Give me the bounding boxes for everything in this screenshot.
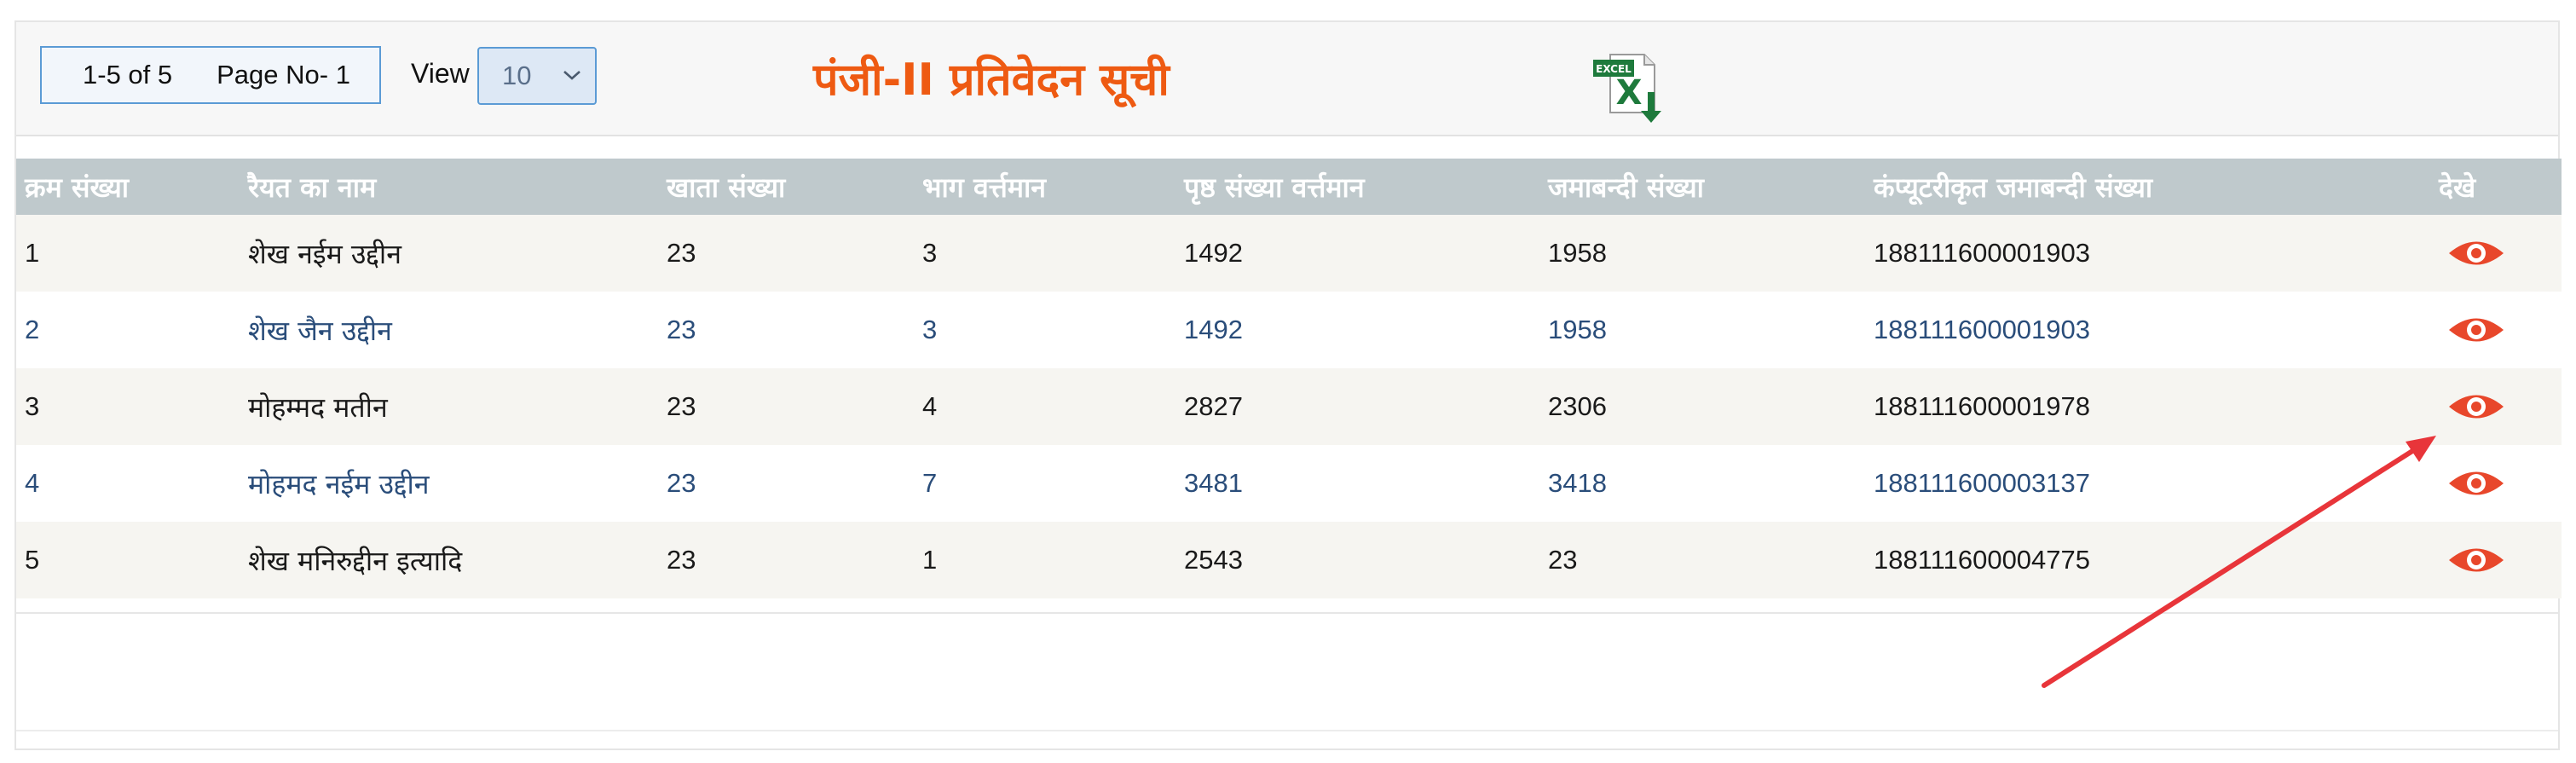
cell-computerized: 188111600001903 xyxy=(1874,238,2091,268)
toolbar: 1-5 of 5 Page No- 1 View 10 पंजी-II प्रत… xyxy=(16,22,2558,136)
cell-computerized: 188111600003137 xyxy=(1874,468,2091,498)
table-row: 1 शेख नईम उद्दीन 23 3 1492 1958 18811160… xyxy=(16,215,2562,292)
cell-view xyxy=(2430,522,2562,598)
cell-view xyxy=(2430,215,2562,292)
cell-bhag: 4 xyxy=(922,391,938,421)
cell-bhag: 3 xyxy=(922,315,938,344)
cell-prishth: 1492 xyxy=(1184,238,1243,268)
eye-icon[interactable] xyxy=(2447,389,2505,425)
pager-range: 1-5 of 5 xyxy=(83,60,173,90)
col-header-khata: खाता संख्या xyxy=(667,171,786,204)
eye-icon[interactable] xyxy=(2447,542,2505,578)
cell-view xyxy=(2430,368,2562,445)
cell-khata: 23 xyxy=(667,391,696,421)
cell-computerized: 188111600004775 xyxy=(1874,545,2091,575)
cell-jamabandi: 3418 xyxy=(1548,468,1607,498)
cell-bhag: 1 xyxy=(922,545,938,575)
table-divider xyxy=(16,612,2558,614)
cell-khata: 23 xyxy=(667,545,696,575)
cell-khata: 23 xyxy=(667,468,696,498)
cell-khata: 23 xyxy=(667,315,696,344)
view-label: View xyxy=(411,58,470,89)
cell-khata: 23 xyxy=(667,238,696,268)
report-panel: 1-5 of 5 Page No- 1 View 10 पंजी-II प्रत… xyxy=(14,20,2562,750)
col-header-raiyat-name: रैयत का नाम xyxy=(248,171,377,204)
svg-text:X: X xyxy=(1616,73,1643,113)
cell-raiyat-name: मोहमद नईम उद्दीन xyxy=(248,467,430,500)
cell-jamabandi: 1958 xyxy=(1548,315,1607,344)
cell-serial: 2 xyxy=(25,315,40,344)
cell-jamabandi: 1958 xyxy=(1548,238,1607,268)
col-header-serial: क्रम संख्या xyxy=(25,171,130,204)
col-header-prishth: पृष्ठ संख्या वर्त्तमान xyxy=(1184,171,1365,204)
col-header-bhag: भाग वर्त्तमान xyxy=(922,171,1047,204)
cell-jamabandi: 23 xyxy=(1548,545,1578,575)
table-header-row: क्रम संख्या रैयत का नाम खाता संख्या भाग … xyxy=(16,159,2562,215)
eye-icon[interactable] xyxy=(2447,465,2505,501)
pagination-info: 1-5 of 5 Page No- 1 xyxy=(40,46,381,104)
excel-export-icon[interactable]: EXCEL X xyxy=(1591,51,1666,126)
cell-prishth: 2827 xyxy=(1184,391,1243,421)
table-row: 4 मोहमद नईम उद्दीन 23 7 3481 3418 188111… xyxy=(16,445,2562,522)
pager-page-number: Page No- 1 xyxy=(217,60,350,90)
col-header-computerized: कंप्यूटरीकृत जमाबन्दी संख्या xyxy=(1874,171,2153,204)
page-size-value: 10 xyxy=(502,61,532,90)
cell-bhag: 7 xyxy=(922,468,938,498)
table-row: 3 मोहम्मद मतीन 23 4 2827 2306 1881116000… xyxy=(16,368,2562,445)
chevron-down-icon xyxy=(563,71,580,80)
cell-computerized: 188111600001978 xyxy=(1874,391,2091,421)
cell-bhag: 3 xyxy=(922,238,938,268)
eye-icon[interactable] xyxy=(2447,235,2505,271)
cell-serial: 4 xyxy=(25,468,40,498)
col-header-view: देखे xyxy=(2439,171,2476,204)
panel-divider xyxy=(16,730,2558,731)
cell-raiyat-name: मोहम्मद मतीन xyxy=(248,390,388,424)
cell-prishth: 3481 xyxy=(1184,468,1243,498)
table-row: 5 शेख मनिरुद्दीन इत्यादि 23 1 2543 23 18… xyxy=(16,522,2562,598)
register-table: क्रम संख्या रैयत का नाम खाता संख्या भाग … xyxy=(16,159,2562,598)
page-size-select[interactable]: 10 xyxy=(477,47,597,105)
cell-serial: 3 xyxy=(25,391,40,421)
cell-prishth: 2543 xyxy=(1184,545,1243,575)
cell-serial: 5 xyxy=(25,545,40,575)
cell-serial: 1 xyxy=(25,238,40,268)
table-row: 2 शेख जैन उद्दीन 23 3 1492 1958 18811160… xyxy=(16,292,2562,368)
cell-prishth: 1492 xyxy=(1184,315,1243,344)
cell-raiyat-name: शेख जैन उद्दीन xyxy=(248,314,392,347)
cell-view xyxy=(2430,445,2562,522)
cell-jamabandi: 2306 xyxy=(1548,391,1607,421)
cell-computerized: 188111600001903 xyxy=(1874,315,2091,344)
cell-raiyat-name: शेख नईम उद्दीन xyxy=(248,237,401,270)
cell-view xyxy=(2430,292,2562,368)
col-header-jamabandi: जमाबन्दी संख्या xyxy=(1548,171,1704,204)
page-title: पंजी-II प्रतिवेदन सूची xyxy=(813,55,1170,106)
cell-raiyat-name: शेख मनिरुद्दीन इत्यादि xyxy=(248,544,463,577)
eye-icon[interactable] xyxy=(2447,312,2505,348)
